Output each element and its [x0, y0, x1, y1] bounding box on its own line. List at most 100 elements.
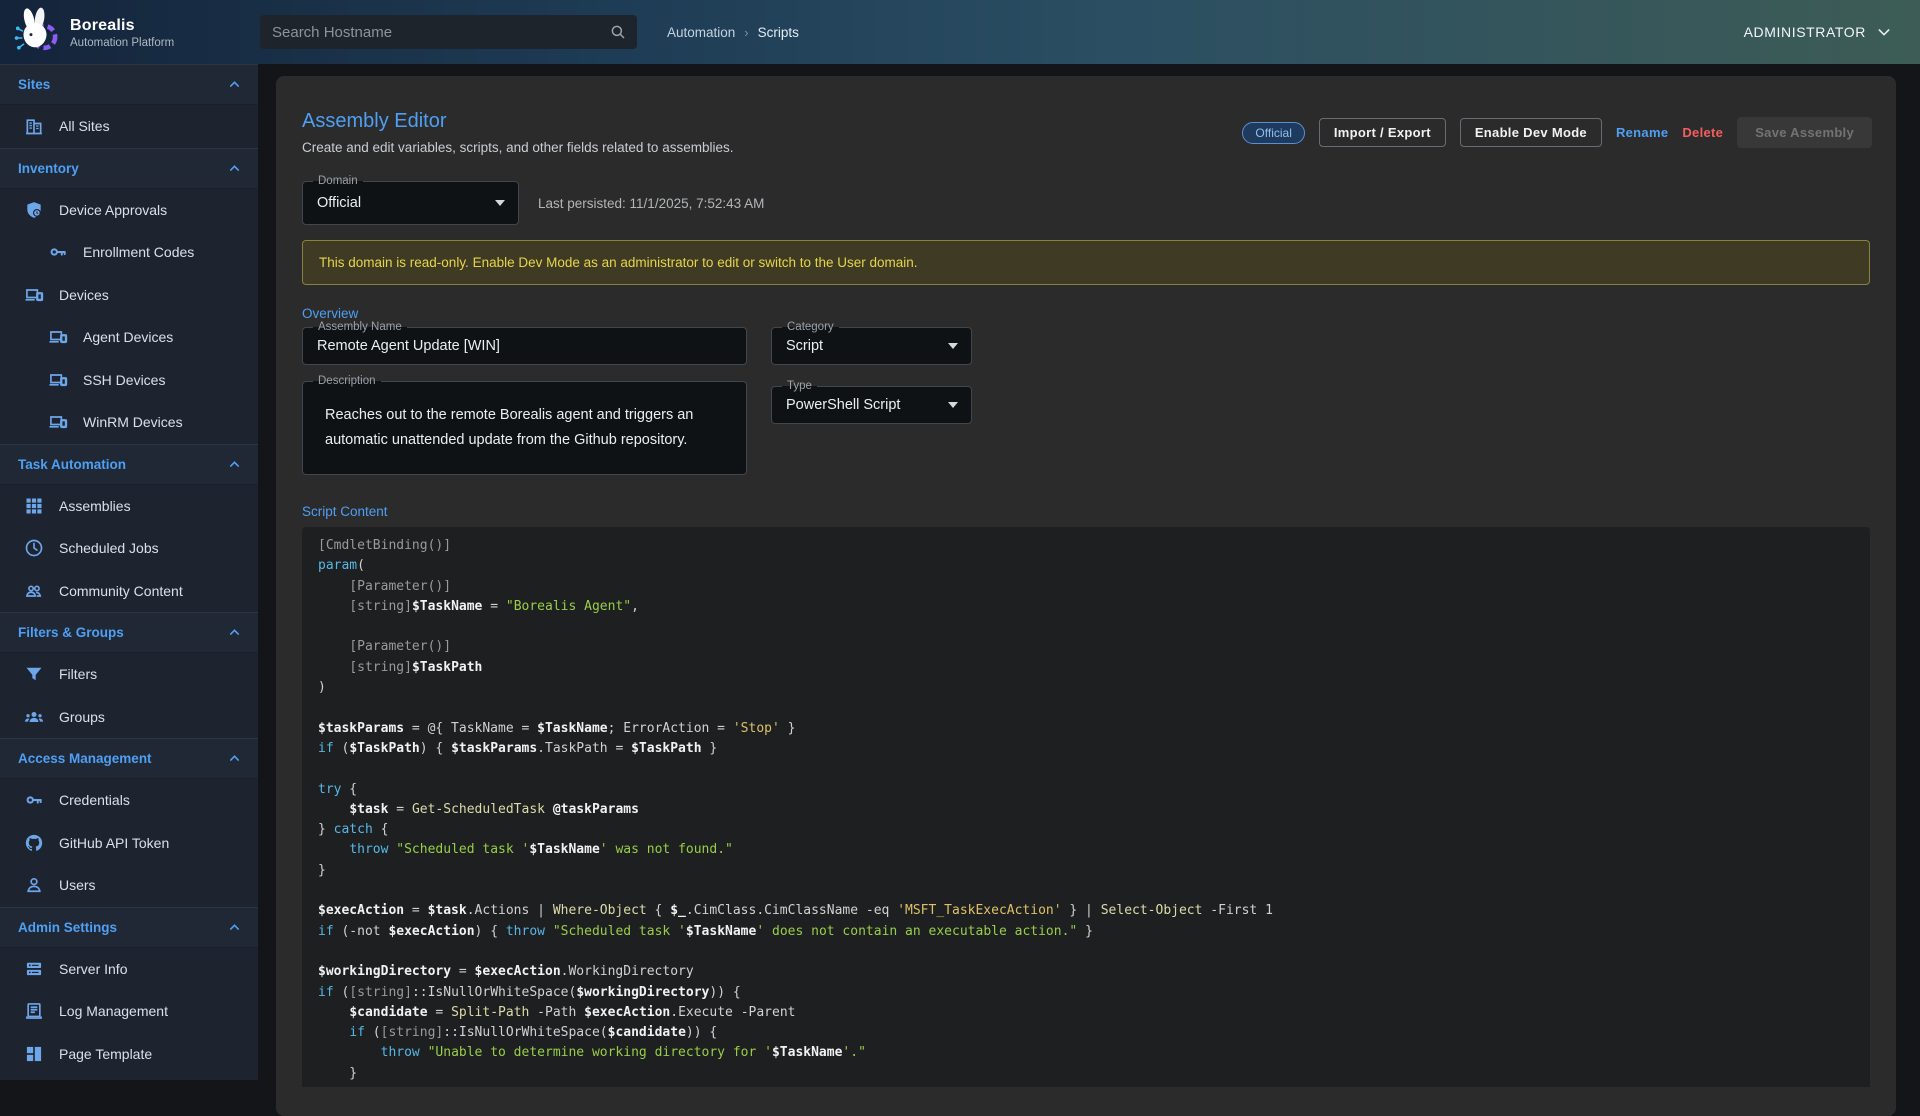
- rename-button[interactable]: Rename: [1616, 125, 1668, 140]
- code-line: $candidate = Split-Path -Path $execActio…: [318, 1003, 1870, 1023]
- search-input[interactable]: [272, 24, 609, 41]
- code-line: $task = Get-ScheduledTask @taskParams: [318, 800, 1870, 820]
- overview-section-label: Overview: [302, 306, 358, 321]
- sidebar-section-task-automation[interactable]: Task Automation: [0, 444, 258, 485]
- sidebar-item-label: Log Management: [59, 1003, 168, 1019]
- sidebar-section-access-management[interactable]: Access Management: [0, 738, 258, 779]
- grid-icon: [24, 496, 44, 516]
- category-select[interactable]: Category Script: [771, 327, 972, 365]
- caret-down-icon: [948, 402, 958, 408]
- sidebar-item-label: Credentials: [59, 792, 130, 808]
- save-assembly-button[interactable]: Save Assembly: [1737, 117, 1872, 148]
- code-line: $execAction = $task.Actions | Where-Obje…: [318, 901, 1870, 921]
- sidebar-item-label: Enrollment Codes: [83, 244, 194, 260]
- code-line: [318, 698, 1870, 718]
- github-icon: [24, 833, 44, 853]
- funnel-icon: [24, 664, 44, 684]
- sidebar-nav: Sites All Sites Inventory Device Approvals E…: [0, 64, 258, 1080]
- sidebar-item-enrollment-codes[interactable]: Enrollment Codes: [0, 231, 258, 274]
- editor-toolbar: Official Import / Export Enable Dev Mode…: [1242, 117, 1872, 148]
- code-line: } catch {: [318, 820, 1870, 840]
- sidebar-item-devices[interactable]: Devices: [0, 274, 258, 317]
- sidebar-item-label: Filters: [59, 666, 97, 682]
- brand-name: Borealis: [70, 17, 174, 35]
- sidebar-item-scheduled-jobs[interactable]: Scheduled Jobs: [0, 527, 258, 570]
- sidebar-item-winrm-devices[interactable]: WinRM Devices: [0, 401, 258, 444]
- building-icon: [24, 116, 44, 136]
- enable-dev-mode-button[interactable]: Enable Dev Mode: [1460, 118, 1602, 147]
- chevron-up-icon: [227, 457, 242, 472]
- sidebar-item-all-sites[interactable]: All Sites: [0, 105, 258, 148]
- people-icon: [24, 581, 44, 601]
- sidebar-item-label: Agent Devices: [83, 329, 173, 345]
- code-line: [CmdletBinding()]: [318, 536, 1870, 556]
- code-line: }: [318, 861, 1870, 881]
- sidebar-item-agent-devices[interactable]: Agent Devices: [0, 316, 258, 359]
- domain-select-label: Domain: [313, 174, 363, 189]
- sidebar-item-label: Device Approvals: [59, 202, 167, 218]
- sidebar-item-filters[interactable]: Filters: [0, 653, 258, 696]
- script-content-section-label: Script Content: [302, 504, 388, 519]
- sidebar-section-inventory[interactable]: Inventory: [0, 148, 258, 189]
- user-menu-label: ADMINISTRATOR: [1744, 24, 1866, 40]
- assembly-name-field[interactable]: Assembly Name Remote Agent Update [WIN]: [302, 327, 747, 365]
- chevron-up-icon: [227, 751, 242, 766]
- sidebar-item-label: Page Template: [59, 1046, 152, 1062]
- assembly-editor-panel: Assembly Editor Create and edit variable…: [276, 76, 1896, 1116]
- clock-icon: [24, 538, 44, 558]
- brand-logo[interactable]: Borealis Automation Platform: [12, 7, 174, 58]
- page-subtitle: Create and edit variables, scripts, and …: [302, 140, 733, 155]
- sidebar-item-log-management[interactable]: Log Management: [0, 990, 258, 1033]
- devices-icon: [48, 370, 68, 390]
- assembly-name-label: Assembly Name: [313, 320, 407, 335]
- code-line: [318, 617, 1870, 637]
- sidebar-item-label: Groups: [59, 709, 105, 725]
- code-line: param(: [318, 556, 1870, 576]
- log-icon: [24, 1001, 44, 1021]
- code-line: if ([string]::IsNullOrWhiteSpace($workin…: [318, 983, 1870, 1003]
- sidebar-item-label: Server Info: [59, 961, 127, 977]
- sidebar-item-users[interactable]: Users: [0, 864, 258, 907]
- sidebar-item-server-info[interactable]: Server Info: [0, 948, 258, 991]
- sidebar-item-credentials[interactable]: Credentials: [0, 779, 258, 822]
- groups-icon: [24, 707, 44, 727]
- breadcrumb-scripts[interactable]: Scripts: [758, 25, 799, 40]
- user-menu[interactable]: ADMINISTRATOR: [1744, 0, 1892, 64]
- top-bar: Borealis Automation Platform Automation …: [0, 0, 1920, 64]
- sidebar-section-label: Sites: [18, 77, 50, 92]
- chevron-down-icon: [1876, 24, 1892, 40]
- sidebar-item-community-content[interactable]: Community Content: [0, 570, 258, 613]
- sidebar-item-assemblies[interactable]: Assemblies: [0, 485, 258, 528]
- search-icon: [609, 23, 627, 41]
- code-line: [string]$TaskName = "Borealis Agent",: [318, 597, 1870, 617]
- brand-subtitle: Automation Platform: [70, 37, 174, 49]
- code-line: $taskParams = @{ TaskName = $TaskName; E…: [318, 719, 1870, 739]
- description-field[interactable]: Description Reaches out to the remote Bo…: [302, 381, 747, 475]
- sidebar-section-sites[interactable]: Sites: [0, 64, 258, 105]
- chevron-up-icon: [227, 77, 242, 92]
- script-editor[interactable]: [CmdletBinding()]param( [Parameter()] [s…: [302, 527, 1870, 1087]
- sidebar-item-device-approvals[interactable]: Device Approvals: [0, 189, 258, 232]
- type-select[interactable]: Type PowerShell Script: [771, 386, 972, 424]
- devices-icon: [48, 412, 68, 432]
- sidebar-section-label: Task Automation: [18, 457, 126, 472]
- sidebar-item-page-template[interactable]: Page Template: [0, 1033, 258, 1076]
- sidebar-section-admin-settings[interactable]: Admin Settings: [0, 907, 258, 948]
- code-line: ): [318, 678, 1870, 698]
- sidebar-section-filters-groups[interactable]: Filters & Groups: [0, 612, 258, 653]
- devices-icon: [24, 285, 44, 305]
- hostname-search: [260, 15, 637, 49]
- import-export-button[interactable]: Import / Export: [1319, 118, 1446, 147]
- delete-button[interactable]: Delete: [1682, 125, 1723, 140]
- sidebar-item-github-api-token[interactable]: GitHub API Token: [0, 822, 258, 865]
- sidebar-item-ssh-devices[interactable]: SSH Devices: [0, 359, 258, 402]
- code-line: }: [318, 1064, 1870, 1084]
- page-title: Assembly Editor: [302, 110, 447, 133]
- domain-select[interactable]: Domain Official: [302, 181, 519, 225]
- code-line: if ([string]::IsNullOrWhiteSpace($candid…: [318, 1023, 1870, 1043]
- sidebar-item-groups[interactable]: Groups: [0, 696, 258, 739]
- sidebar-item-label: All Sites: [59, 118, 110, 134]
- code-line: [Parameter()]: [318, 577, 1870, 597]
- status-badge: Official: [1242, 122, 1304, 144]
- breadcrumb-automation[interactable]: Automation: [667, 25, 735, 40]
